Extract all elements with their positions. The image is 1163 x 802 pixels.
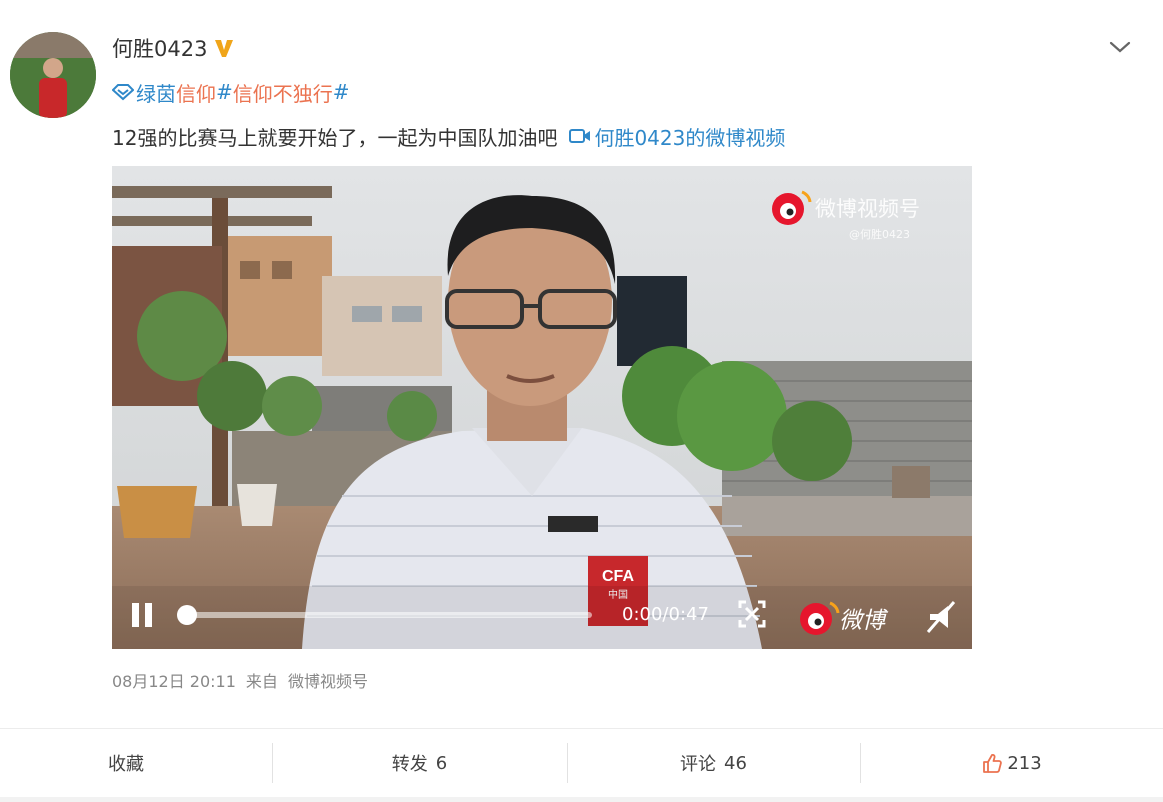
verified-badge-icon — [215, 40, 234, 57]
pause-icon-bar[interactable] — [145, 603, 152, 627]
avatar-image — [10, 32, 96, 118]
progress-track[interactable] — [182, 612, 592, 618]
pause-icon[interactable] — [132, 603, 139, 627]
watermark-title: 微博视频号 — [815, 197, 920, 221]
comment-label[interactable]: 评论 — [680, 750, 716, 776]
like-count: 213 — [1007, 752, 1042, 774]
topic-link[interactable]: 信仰 — [176, 78, 216, 107]
hashtag-close[interactable]: # — [333, 80, 350, 104]
comment-button[interactable]: 评论 46 — [567, 729, 860, 797]
bottom-divider — [0, 797, 1163, 802]
progress-handle[interactable] — [177, 605, 197, 625]
favorite-button[interactable]: 收藏 — [0, 729, 272, 797]
chevron-down-icon[interactable] — [1108, 37, 1132, 57]
post-meta: 08月12日 20:11 来自 微博视频号 — [112, 667, 378, 693]
comment-count: 46 — [724, 752, 747, 774]
action-bar: 收藏 转发 6 评论 46 213 — [0, 728, 1163, 798]
post-body: 12强的比赛马上就要开始了，一起为中国队加油吧 — [112, 125, 558, 150]
video-time: 0:00/0:47 — [622, 604, 709, 625]
repost-button[interactable]: 转发 6 — [272, 729, 567, 797]
from-label: 来自 — [245, 672, 278, 691]
post-date[interactable]: 08月12日 20:11 — [112, 668, 236, 692]
avatar[interactable] — [10, 32, 96, 118]
super-topic-icon — [112, 84, 134, 101]
post-text: 12强的比赛马上就要开始了，一起为中国队加油吧 何胜0423的微博视频 — [112, 120, 785, 152]
watermark-sub: @何胜0423 — [849, 227, 910, 241]
thumbs-up-icon[interactable] — [981, 752, 1003, 774]
hashtag-open[interactable]: # — [216, 80, 233, 104]
video-brand: 微博 — [839, 608, 889, 634]
video-icon — [569, 129, 591, 143]
post-source[interactable]: 微博视频号 — [288, 668, 368, 692]
username[interactable]: 何胜0423 — [112, 33, 235, 63]
like-button[interactable]: 213 — [860, 729, 1163, 797]
repost-label[interactable]: 转发 — [392, 750, 428, 776]
video-frame: CFA 中国 微博视频号 @何胜0423 微博 — [112, 166, 972, 649]
jersey-text: CFA — [602, 568, 634, 585]
video-player[interactable]: CFA 中国 微博视频号 @何胜0423 微博 0:00/0:47 — [112, 166, 972, 649]
video-link[interactable]: 何胜0423的微博视频 — [569, 122, 785, 151]
topic-prefix[interactable]: 绿茵 — [136, 78, 176, 107]
video-link-label[interactable]: 何胜0423的微博视频 — [594, 122, 785, 151]
topic-line: 绿茵 信仰 # 信仰不独行 # — [112, 78, 350, 106]
hashtag-text[interactable]: 信仰不独行 — [233, 78, 333, 107]
username-text[interactable]: 何胜0423 — [112, 33, 207, 63]
repost-count: 6 — [435, 752, 448, 774]
favorite-label[interactable]: 收藏 — [108, 750, 144, 776]
